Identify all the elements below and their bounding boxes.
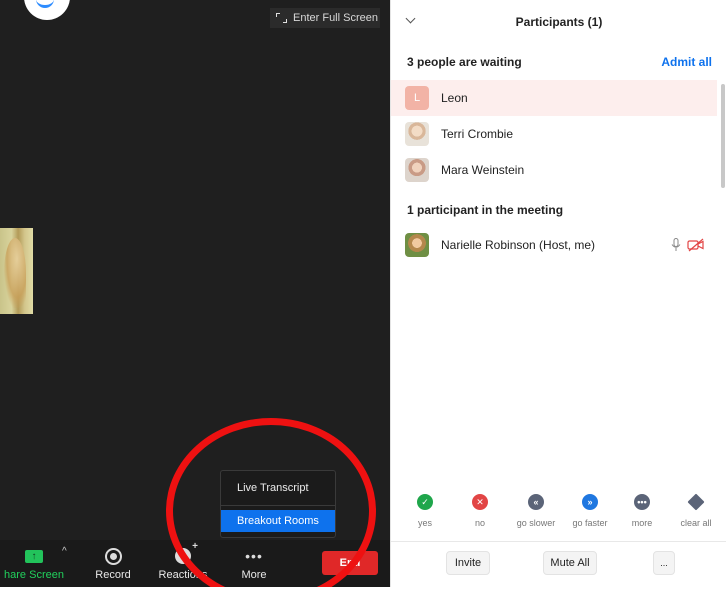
share-screen-button[interactable]: ↑ hare Screen: [0, 540, 70, 587]
end-meeting-button[interactable]: End: [322, 551, 378, 575]
feedback-yes-button[interactable]: ✓ yes: [395, 494, 455, 528]
feedback-label: no: [474, 518, 485, 528]
reactions-label: Reactions: [158, 569, 208, 581]
microphone-icon[interactable]: [671, 238, 681, 252]
check-icon: ✓: [417, 494, 433, 510]
menu-divider: [221, 505, 335, 506]
enter-full-screen-button[interactable]: Enter Full Screen: [270, 8, 380, 28]
mute-all-button[interactable]: Mute All: [543, 551, 597, 575]
rewind-icon: «: [528, 494, 544, 510]
record-icon: [104, 547, 122, 565]
x-icon: ✕: [472, 494, 488, 510]
feedback-label: clear all: [680, 518, 712, 528]
more-options-button[interactable]: ...: [653, 551, 675, 575]
fast-forward-icon: »: [582, 494, 598, 510]
more-button[interactable]: ••• More: [228, 540, 280, 587]
feedback-more-button[interactable]: ••• more: [612, 494, 672, 528]
more-menu-popup: Live Transcript Breakout Rooms: [220, 470, 336, 538]
feedback-label: go slower: [516, 518, 556, 528]
feedback-label: more: [631, 518, 653, 528]
record-button[interactable]: Record: [86, 540, 140, 587]
waiting-participant-row[interactable]: L Leon: [391, 80, 717, 116]
feedback-go-slower-button[interactable]: « go slower: [506, 494, 566, 528]
nonverbal-feedback-bar: ✓ yes ✕ no « go slower » go faster ••• m…: [391, 493, 726, 542]
participants-panel: Participants (1) 3 people are waiting Ad…: [390, 0, 726, 587]
reactions-button[interactable]: Reactions: [150, 540, 216, 587]
feedback-label: yes: [417, 518, 432, 528]
feedback-go-faster-button[interactable]: » go faster: [560, 494, 620, 528]
menu-item-breakout-rooms[interactable]: Breakout Rooms: [221, 510, 335, 532]
in-meeting-heading: 1 participant in the meeting: [407, 203, 564, 217]
meeting-participant-row[interactable]: Narielle Robinson (Host, me): [391, 227, 717, 263]
fullscreen-icon: [276, 13, 287, 23]
eraser-icon: [687, 493, 705, 511]
meeting-view: Enter Full Screen Live Transcript Breako…: [0, 0, 390, 587]
scrollbar[interactable]: [721, 84, 725, 188]
avatar: [405, 233, 429, 257]
more-label: More: [241, 569, 267, 581]
reaction-smiley-icon: [175, 541, 198, 564]
video-off-icon[interactable]: [687, 238, 705, 252]
share-options-caret-icon[interactable]: ^: [62, 546, 67, 557]
waiting-participant-row[interactable]: Terri Crombie: [391, 116, 717, 152]
menu-item-live-transcript[interactable]: Live Transcript: [221, 477, 335, 499]
participant-name: Narielle Robinson (Host, me): [441, 238, 596, 252]
more-dots-icon: •••: [245, 548, 263, 564]
waiting-participant-row[interactable]: Mara Weinstein: [391, 152, 717, 188]
invite-button[interactable]: Invite: [446, 551, 490, 575]
participant-name: Mara Weinstein: [441, 163, 525, 177]
ellipsis-icon: •••: [634, 494, 650, 510]
share-screen-icon: ↑: [25, 549, 43, 563]
panel-title: Participants (1): [515, 15, 603, 29]
waiting-room-heading: 3 people are waiting: [407, 55, 522, 69]
avatar: [405, 158, 429, 182]
enter-full-screen-label: Enter Full Screen: [293, 12, 378, 24]
meeting-toolbar: ↑ hare Screen ^ Record Reactions ••• Mor…: [0, 540, 390, 587]
avatar: [405, 122, 429, 146]
feedback-no-button[interactable]: ✕ no: [450, 494, 510, 528]
avatar: L: [405, 86, 429, 110]
admit-all-button[interactable]: Admit all: [661, 55, 712, 69]
panel-header: Participants (1): [391, 0, 726, 44]
participant-name: Leon: [441, 91, 468, 105]
participant-name: Terri Crombie: [441, 127, 514, 141]
bottom-strip: [0, 587, 726, 607]
feedback-label: go faster: [572, 518, 608, 528]
record-label: Record: [95, 569, 131, 581]
share-screen-label: hare Screen: [4, 569, 64, 581]
participant-video-thumbnail[interactable]: [0, 228, 33, 314]
zoom-logo-icon: [24, 0, 70, 20]
feedback-clear-all-button[interactable]: clear all: [666, 493, 726, 528]
